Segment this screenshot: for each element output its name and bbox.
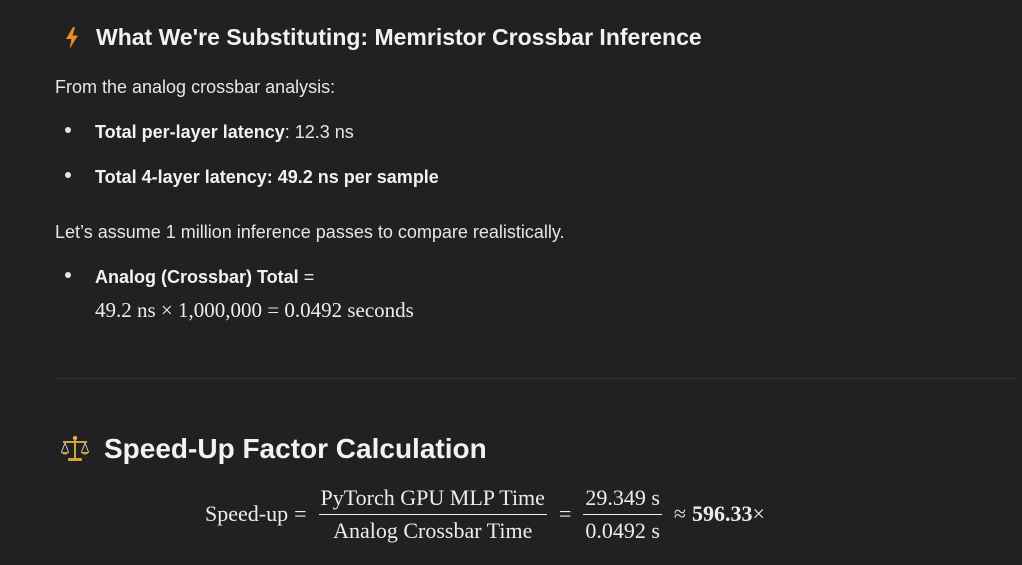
time-ratio-fraction: PyTorch GPU MLP Time Analog Crossbar Tim… <box>318 485 547 544</box>
section-heading-speedup: Speed-Up Factor Calculation <box>59 433 487 465</box>
intro-text: From the analog crossbar analysis: <box>55 77 336 97</box>
section-title: What We're Substituting: Memristor Cross… <box>96 24 702 50</box>
section-heading-substitution: What We're Substituting: Memristor Cross… <box>61 24 702 51</box>
value-ratio-fraction: 29.349 s 0.0492 s <box>583 485 662 544</box>
balance-scale-icon <box>59 435 91 463</box>
speedup-result: 596.33 <box>692 501 753 526</box>
fraction-numerator: 29.349 s <box>583 485 662 515</box>
assumption-text: Let’s assume 1 million inference passes … <box>55 222 565 242</box>
bullet-label: Total per-layer latency <box>95 122 285 142</box>
speedup-equation: Speed-up = PyTorch GPU MLP Time Analog C… <box>205 483 765 545</box>
equals-sign: = <box>294 501 307 526</box>
bullet-value: 12.3 ns <box>294 122 354 142</box>
fraction-denominator: 0.0492 s <box>585 517 660 543</box>
bullet-label: Analog (Crossbar) Total <box>95 267 299 287</box>
bullet-label: Total 4-layer latency: 49.2 ns per sampl… <box>95 167 439 187</box>
section-title: Speed-Up Factor Calculation <box>104 433 487 464</box>
times-sign: × <box>752 501 765 526</box>
bullet-separator: : <box>284 122 295 142</box>
lightning-icon <box>61 26 83 50</box>
equation-lhs: Speed-up <box>205 501 289 526</box>
list-item: Total 4-layer latency: 49.2 ns per sampl… <box>55 167 439 188</box>
list-item: Analog (Crossbar) Total = <box>55 267 314 288</box>
fraction-numerator: PyTorch GPU MLP Time <box>318 485 547 515</box>
bullet-suffix: = <box>298 267 315 287</box>
analog-total-math: 49.2 ns × 1,000,000 = 0.0492 seconds <box>95 298 414 322</box>
equals-sign: = <box>558 501 572 526</box>
approx-sign: ≈ <box>673 501 686 526</box>
section-divider <box>55 378 1015 379</box>
list-item: Total per-layer latency: 12.3 ns <box>55 122 354 143</box>
fraction-denominator: Analog Crossbar Time <box>333 517 533 543</box>
